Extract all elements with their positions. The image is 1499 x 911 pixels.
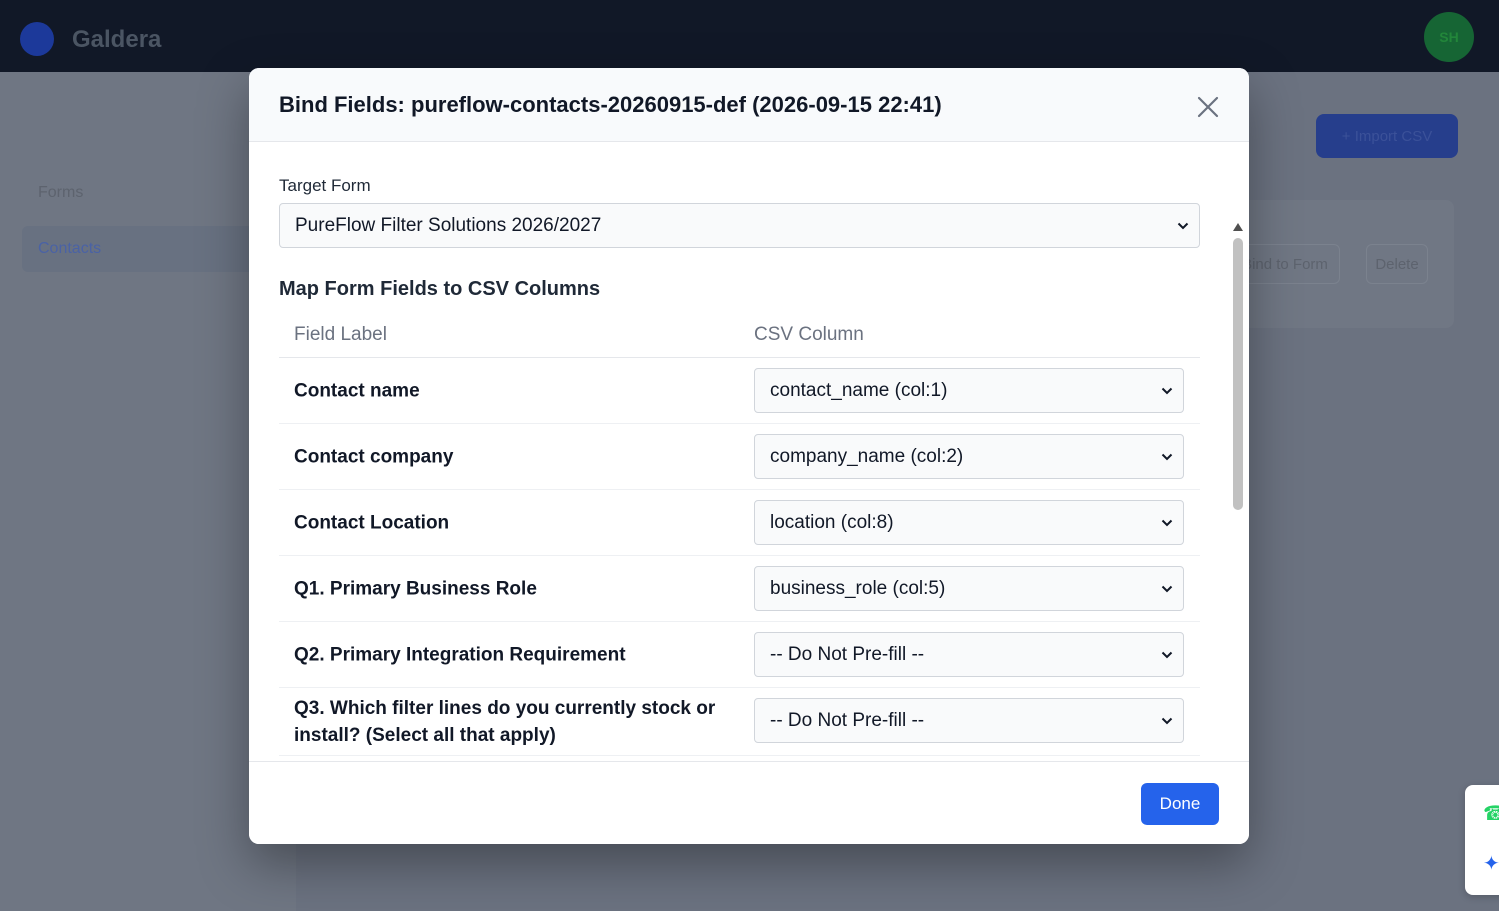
table-row: Q2. Primary Integration Requirement -- D… [279, 622, 1200, 688]
csv-column-value: contact_name (col:1) [770, 379, 948, 401]
row-field-label: Q1. Primary Business Role [294, 578, 537, 599]
target-form-value: PureFlow Filter Solutions 2026/2027 [295, 214, 602, 236]
app-header: Galdera SH [0, 0, 1499, 72]
row-field-label: Contact Location [294, 512, 450, 533]
chevron-down-icon [1161, 453, 1173, 460]
chevron-down-icon [1161, 717, 1173, 724]
chevron-down-icon [1161, 387, 1173, 394]
csv-column-value: -- Do Not Pre-fill -- [770, 709, 925, 731]
modal-scrollbar[interactable] [1231, 222, 1245, 761]
row-field-label: Q3. Which filter lines do you currently … [294, 697, 716, 746]
scroll-thumb[interactable] [1233, 238, 1243, 510]
csv-column-value: company_name (col:2) [770, 445, 964, 467]
field-mapping-table: Field Label CSV Column Contact name cont… [279, 312, 1200, 756]
scroll-up-arrow-icon[interactable] [1232, 222, 1244, 232]
bind-fields-modal: Bind Fields: pureflow-contacts-20260915-… [249, 68, 1249, 844]
close-icon [1197, 96, 1219, 118]
row-field-label: Contact name [294, 380, 420, 401]
table-row: Q1. Primary Business Role business_role … [279, 556, 1200, 622]
table-row: Q3. Which filter lines do you currently … [279, 688, 1200, 756]
modal-title: Bind Fields: pureflow-contacts-20260915-… [279, 92, 942, 117]
done-button[interactable]: Done [1141, 783, 1219, 825]
avatar: SH [1424, 12, 1474, 62]
csv-column-select[interactable]: location (col:8) [754, 500, 1184, 545]
floating-widget: ☎ ✦ [1465, 785, 1499, 895]
section-title: Map Form Fields to CSV Columns [279, 278, 601, 300]
csv-column-select[interactable]: -- Do Not Pre-fill -- [754, 632, 1184, 677]
chevron-down-icon [1161, 651, 1173, 658]
table-row: Contact company company_name (col:2) [279, 424, 1200, 490]
table-row: Contact Location location (col:8) [279, 490, 1200, 556]
brand-logo-icon [20, 22, 54, 56]
brand-name: Galdera [72, 26, 162, 53]
modal-body: Target Form PureFlow Filter Solutions 20… [249, 142, 1249, 761]
whatsapp-icon[interactable]: ☎ [1483, 801, 1499, 826]
csv-column-select[interactable]: company_name (col:2) [754, 434, 1184, 479]
csv-column-value: -- Do Not Pre-fill -- [770, 643, 925, 665]
csv-column-select[interactable]: business_role (col:5) [754, 566, 1184, 611]
sidebar-item-forms: Forms [38, 184, 84, 201]
csv-column-select[interactable]: contact_name (col:1) [754, 368, 1184, 413]
target-form-select[interactable]: PureFlow Filter Solutions 2026/2027 [279, 203, 1200, 248]
chevron-down-icon [1161, 519, 1173, 526]
sparkle-icon[interactable]: ✦ [1483, 851, 1499, 876]
row-field-label: Q2. Primary Integration Requirement [294, 644, 626, 665]
csv-column-value: location (col:8) [770, 511, 894, 533]
import-csv-button: + Import CSV [1316, 114, 1458, 158]
close-button[interactable] [1193, 92, 1223, 122]
row-field-label: Contact company [294, 446, 454, 467]
sidebar-item-contacts: Contacts [22, 226, 272, 272]
header-field-label: Field Label [294, 324, 387, 345]
modal-header: Bind Fields: pureflow-contacts-20260915-… [249, 68, 1249, 142]
table-header: Field Label CSV Column [279, 312, 1200, 358]
chevron-down-icon [1161, 585, 1173, 592]
header-csv-column: CSV Column [754, 324, 864, 345]
csv-column-value: business_role (col:5) [770, 577, 946, 599]
modal-footer: Done [249, 761, 1249, 844]
delete-button: Delete [1366, 244, 1428, 284]
chevron-down-icon [1177, 222, 1189, 229]
target-form-label: Target Form [279, 176, 371, 195]
table-row: Contact name contact_name (col:1) [279, 358, 1200, 424]
csv-column-select[interactable]: -- Do Not Pre-fill -- [754, 698, 1184, 743]
